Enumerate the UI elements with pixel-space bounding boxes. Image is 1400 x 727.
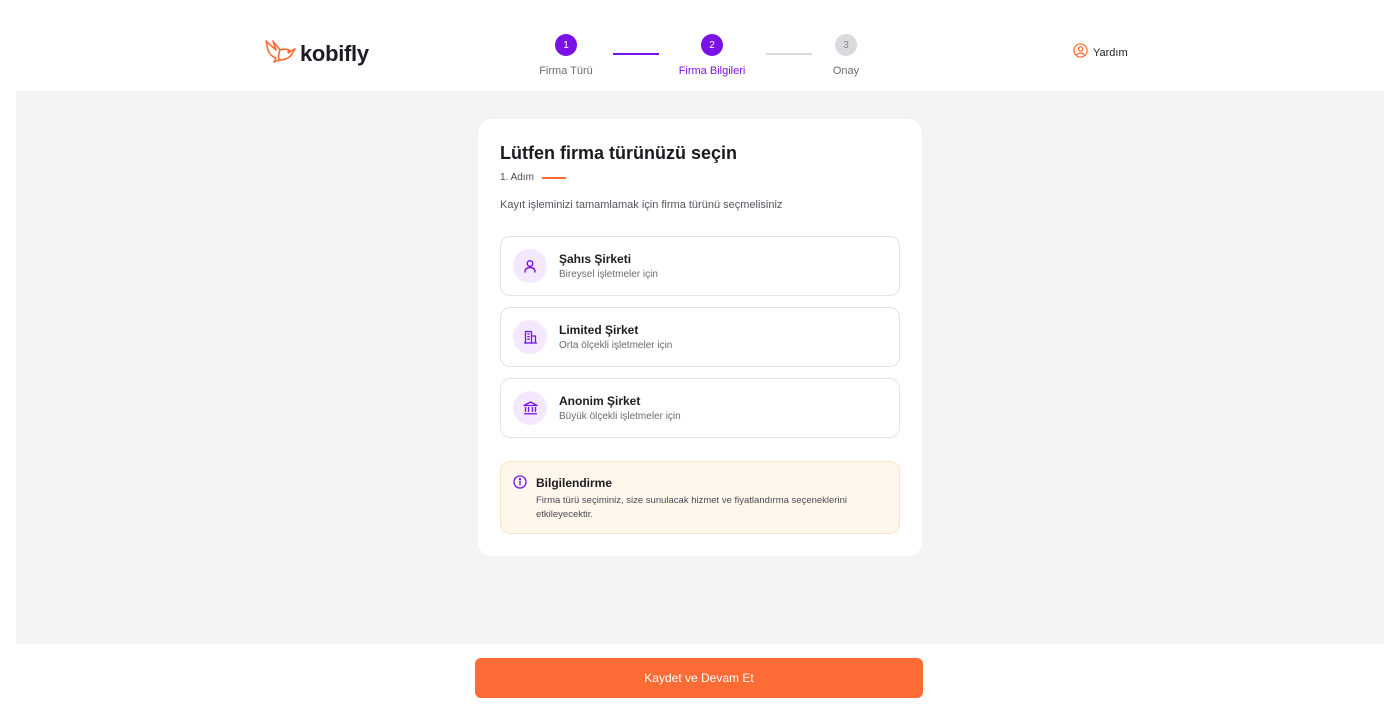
option-limited-sirket[interactable]: Limited Şirket Orta ölçekli işletmeler i… [500, 307, 900, 367]
step-firma-bilgileri[interactable]: 2 Firma Bilgileri [652, 34, 772, 77]
info-box: Bilgilendirme Firma türü seçiminiz, size… [500, 461, 900, 534]
step-indicator: 1. Adım [500, 172, 566, 183]
option-title: Şahıs Şirketi [559, 252, 632, 266]
info-icon [513, 475, 527, 494]
option-subtitle: Orta ölçekli işletmeler için [559, 340, 673, 351]
bank-icon [513, 391, 547, 425]
option-subtitle: Büyük ölçekli işletmeler için [559, 411, 681, 422]
step-number: 1 [555, 34, 577, 56]
step-label: Onay [832, 65, 860, 77]
card-title: Lütfen firma türünüzü seçin [500, 143, 738, 163]
company-type-card: Lütfen firma türünüzü seçin 1. Adım Kayı… [478, 119, 922, 556]
top-header: kobifly 1 Firma Türü 2 Firma Bilgileri 3… [16, 14, 1384, 91]
info-text: Firma türü seçiminiz, size sunulacak hiz… [536, 495, 847, 520]
step-number: 3 [835, 34, 857, 56]
option-anonim-sirket[interactable]: Anonim Şirket Büyük ölçekli işletmeler i… [500, 378, 900, 438]
option-title: Limited Şirket [559, 323, 639, 337]
step-firma-turu[interactable]: 1 Firma Türü [506, 34, 626, 77]
info-title: Bilgilendirme [536, 476, 613, 490]
option-sahis-sirketi[interactable]: Şahıs Şirketi Bireysel işletmeler için [500, 236, 900, 296]
help-label: Yardım [1093, 47, 1128, 59]
step-label: Firma Türü [539, 65, 593, 77]
save-continue-button[interactable]: Kaydet ve Devam Et [475, 658, 923, 698]
step-text: 1. Adım [500, 172, 534, 183]
help-link[interactable]: Yardım [1073, 43, 1128, 63]
option-subtitle: Bireysel işletmeler için [559, 269, 658, 280]
step-underline [541, 176, 566, 179]
card-description: Kayıt işleminizi tamamlamak için firma t… [500, 199, 783, 211]
progress-stepper: 1 Firma Türü 2 Firma Bilgileri 3 Onay [16, 14, 1384, 91]
option-title: Anonim Şirket [559, 394, 641, 408]
step-onay[interactable]: 3 Onay [786, 34, 906, 77]
step-label: Firma Bilgileri [678, 65, 746, 77]
building-icon [513, 320, 547, 354]
person-icon [513, 249, 547, 283]
step-number: 2 [701, 34, 723, 56]
user-circle-icon [1073, 43, 1088, 63]
